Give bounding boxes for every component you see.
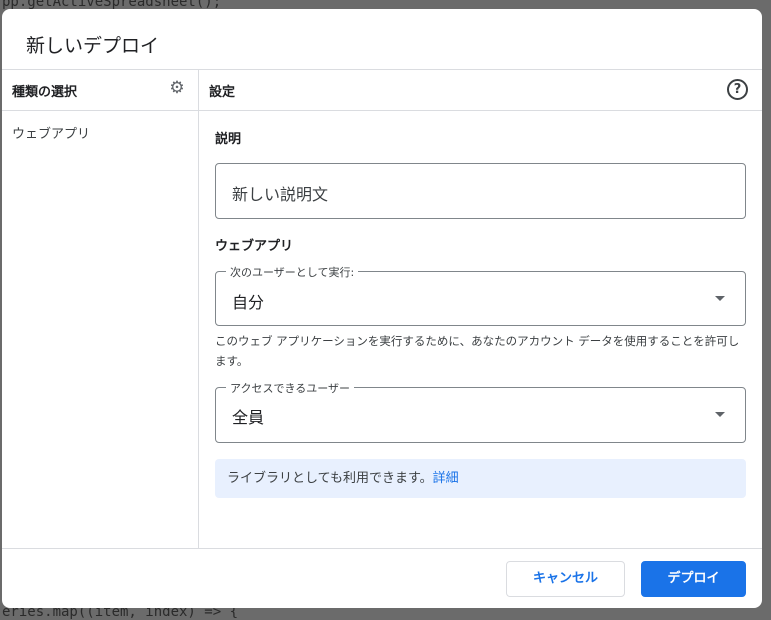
dropdown-arrow-icon (715, 412, 725, 417)
execute-as-hint: このウェブ アプリケーションを実行するために、あなたのアカウント データを使用す… (215, 334, 740, 368)
type-item-web-app[interactable]: ウェブアプリ (12, 123, 90, 142)
access-select[interactable]: アクセスできるユーザー 全員 (215, 380, 746, 443)
type-select-header: 種類の選択 (12, 85, 78, 100)
library-info-text: ライブラリとしても利用できます。 (227, 471, 433, 486)
deploy-button[interactable]: デプロイ (641, 561, 746, 597)
execute-as-legend: 次のユーザーとして実行: (226, 264, 359, 280)
new-deployment-dialog: 新しいデプロイ 種類の選択 ⚙ ウェブアプリ 設定 ? 説明 新しい説明文 ウェ… (2, 9, 762, 608)
learn-more-link[interactable]: 詳細 (433, 471, 459, 486)
access-legend: アクセスできるユーザー (226, 380, 355, 396)
library-info-banner: ライブラリとしても利用できます。詳細 (215, 459, 746, 498)
execute-as-select[interactable]: 次のユーザーとして実行: 自分 (215, 264, 746, 326)
execute-as-value: 自分 (232, 293, 265, 312)
divider (2, 110, 762, 111)
divider (2, 548, 762, 549)
description-value: 新しい説明文 (232, 185, 329, 204)
divider (2, 69, 762, 70)
cancel-button[interactable]: キャンセル (506, 561, 625, 597)
web-app-section-title: ウェブアプリ (215, 239, 294, 254)
description-label: 説明 (215, 132, 242, 147)
description-input[interactable]: 新しい説明文 (215, 163, 746, 219)
dropdown-arrow-icon (715, 296, 725, 301)
help-circle-icon[interactable]: ? (727, 79, 748, 100)
gear-icon[interactable]: ⚙ (168, 79, 186, 97)
settings-header: 設定 (209, 85, 236, 100)
access-value: 全員 (232, 408, 265, 427)
dialog-title: 新しいデプロイ (26, 35, 160, 57)
divider (198, 70, 199, 548)
